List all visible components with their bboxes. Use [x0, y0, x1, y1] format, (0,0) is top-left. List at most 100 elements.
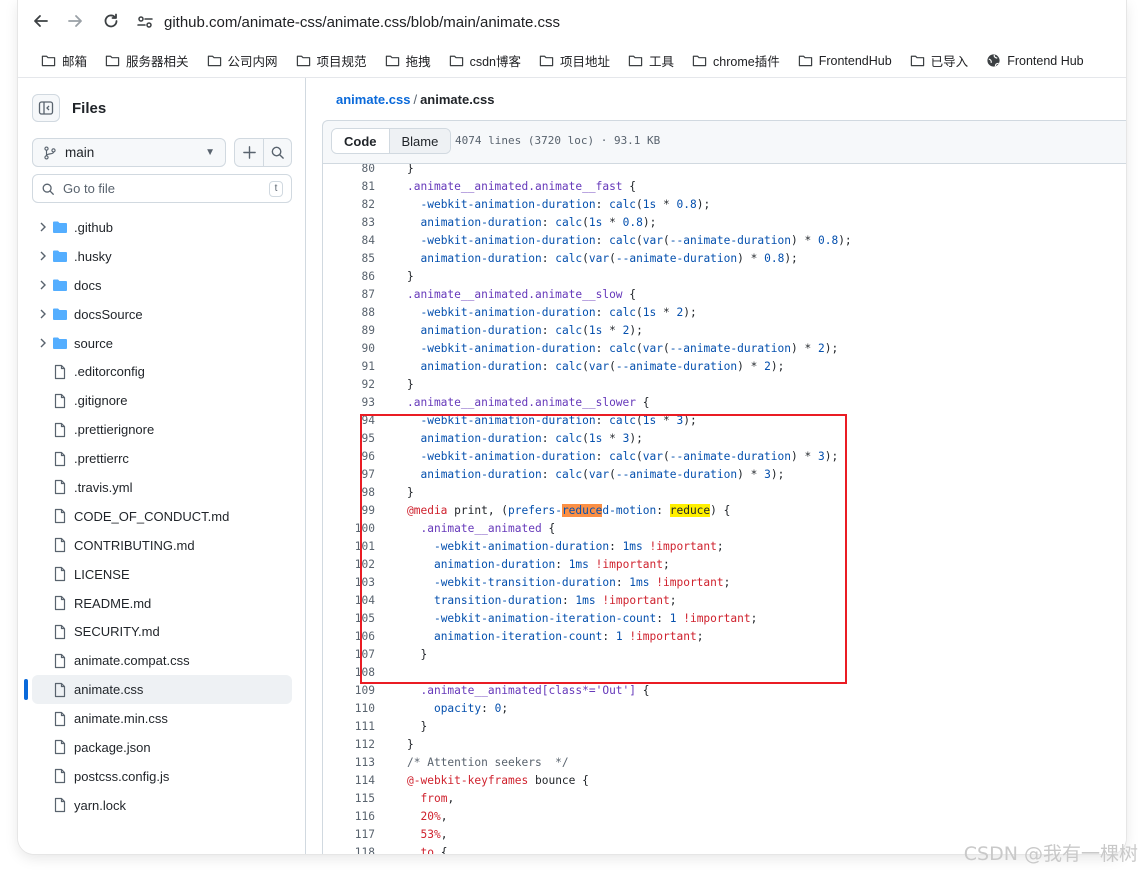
- line-number[interactable]: 89: [323, 324, 375, 337]
- git-branch-icon: [44, 145, 56, 160]
- line-number[interactable]: 117: [323, 828, 375, 841]
- code-line: 117 53%,: [323, 825, 852, 843]
- file-tree-item[interactable]: README.md: [32, 589, 292, 618]
- bookmark-folder[interactable]: 工具: [619, 48, 683, 74]
- line-number[interactable]: 118: [323, 846, 375, 855]
- site-settings-icon[interactable]: [136, 13, 154, 31]
- file-tree-item[interactable]: animate.min.css: [32, 704, 292, 733]
- file-tree-item[interactable]: package.json: [32, 733, 292, 762]
- line-number[interactable]: 101: [323, 540, 375, 553]
- bookmark-folder[interactable]: 项目规范: [287, 48, 376, 74]
- reload-button[interactable]: [100, 10, 122, 32]
- bookmark-folder[interactable]: FrontendHub: [789, 48, 901, 74]
- line-number[interactable]: 104: [323, 594, 375, 607]
- tree-item-label: .husky: [74, 248, 112, 264]
- line-number[interactable]: 96: [323, 450, 375, 463]
- line-number[interactable]: 83: [323, 216, 375, 229]
- bookmark-folder[interactable]: 已导入: [901, 48, 978, 74]
- line-number[interactable]: 111: [323, 720, 375, 733]
- code-line: 85 animation-duration: calc(var(--animat…: [323, 249, 852, 267]
- code-line: 108: [323, 663, 852, 681]
- line-number[interactable]: 95: [323, 432, 375, 445]
- line-number[interactable]: 100: [323, 522, 375, 535]
- folder-tree-item[interactable]: .husky: [32, 242, 292, 271]
- line-number[interactable]: 113: [323, 756, 375, 769]
- line-number[interactable]: 105: [323, 612, 375, 625]
- file-tree-item[interactable]: .editorconfig: [32, 357, 292, 386]
- file-tree-item[interactable]: .prettierignore: [32, 415, 292, 444]
- line-number[interactable]: 90: [323, 342, 375, 355]
- file-tree-item[interactable]: CODE_OF_CONDUCT.md: [32, 502, 292, 531]
- line-number[interactable]: 106: [323, 630, 375, 643]
- chevron-right-icon[interactable]: [38, 251, 52, 261]
- line-number[interactable]: 98: [323, 486, 375, 499]
- file-tree-item[interactable]: .prettierrc: [32, 444, 292, 473]
- line-number[interactable]: 97: [323, 468, 375, 481]
- file-tree-item[interactable]: SECURITY.md: [32, 617, 292, 646]
- file-tree-item[interactable]: .gitignore: [32, 386, 292, 415]
- folder-tree-item[interactable]: docs: [32, 271, 292, 300]
- file-tree-item[interactable]: yarn.lock: [32, 791, 292, 820]
- address-bar[interactable]: github.com/animate-css/animate.css/blob/…: [136, 8, 560, 36]
- line-number[interactable]: 102: [323, 558, 375, 571]
- line-number[interactable]: 107: [323, 648, 375, 661]
- code-view: animate.css / animate.css Code Blame 4074 …: [306, 78, 1126, 854]
- line-number[interactable]: 84: [323, 234, 375, 247]
- bookmark-folder[interactable]: 服务器相关: [96, 48, 198, 74]
- line-number[interactable]: 82: [323, 198, 375, 211]
- line-number[interactable]: 87: [323, 288, 375, 301]
- line-number[interactable]: 88: [323, 306, 375, 319]
- line-number[interactable]: 92: [323, 378, 375, 391]
- line-number[interactable]: 93: [323, 396, 375, 409]
- bookmark-folder[interactable]: chrome插件: [683, 48, 789, 74]
- folder-outline-icon: [105, 55, 120, 67]
- folder-tree-item[interactable]: source: [32, 329, 292, 358]
- file-tree-item[interactable]: postcss.config.js: [32, 762, 292, 791]
- bookmark-folder[interactable]: 公司内网: [198, 48, 287, 74]
- line-number[interactable]: 114: [323, 774, 375, 787]
- line-source: @-webkit-keyframes bounce {: [407, 773, 589, 787]
- bookmark-folder[interactable]: 项目地址: [530, 48, 619, 74]
- line-number[interactable]: 112: [323, 738, 375, 751]
- line-number[interactable]: 110: [323, 702, 375, 715]
- line-number[interactable]: 116: [323, 810, 375, 823]
- file-tree-item[interactable]: animate.compat.css: [32, 646, 292, 675]
- line-number[interactable]: 86: [323, 270, 375, 283]
- chevron-right-icon[interactable]: [38, 309, 52, 319]
- line-number[interactable]: 109: [323, 684, 375, 697]
- go-to-file-input[interactable]: Go to file t: [32, 174, 292, 203]
- tab-blame[interactable]: Blame: [388, 129, 451, 153]
- file-tree-item[interactable]: .travis.yml: [32, 473, 292, 502]
- folder-tree-item[interactable]: .github: [32, 213, 292, 242]
- bookmark-folder[interactable]: csdn博客: [440, 48, 530, 74]
- chevron-right-icon[interactable]: [38, 280, 52, 290]
- line-number[interactable]: 99: [323, 504, 375, 517]
- folder-tree-item[interactable]: docsSource: [32, 300, 292, 329]
- file-tree-item[interactable]: animate.css: [24, 675, 292, 705]
- chevron-right-icon[interactable]: [38, 338, 52, 348]
- line-number[interactable]: 108: [323, 666, 375, 679]
- line-number[interactable]: 115: [323, 792, 375, 805]
- line-source: to {: [420, 845, 448, 855]
- bookmark-folder[interactable]: 拖拽: [376, 48, 440, 74]
- add-file-button[interactable]: [235, 139, 263, 166]
- code-area[interactable]: 80} 81 .animate__animated.animate__fast {8…: [322, 164, 1126, 854]
- file-tree-item[interactable]: CONTRIBUTING.md: [32, 531, 292, 560]
- file-tree-item[interactable]: LICENSE: [32, 560, 292, 589]
- line-number[interactable]: 80: [323, 164, 375, 175]
- line-number[interactable]: 94: [323, 414, 375, 427]
- back-button[interactable]: [30, 10, 52, 32]
- line-number[interactable]: 85: [323, 252, 375, 265]
- breadcrumb-repo-link[interactable]: animate.css: [336, 92, 410, 107]
- forward-button[interactable]: [64, 10, 86, 32]
- line-number[interactable]: 81: [323, 180, 375, 193]
- line-number[interactable]: 103: [323, 576, 375, 589]
- branch-selector[interactable]: main ▼: [32, 138, 226, 167]
- bookmark-folder[interactable]: 邮箱: [32, 48, 96, 74]
- search-button[interactable]: [263, 139, 291, 166]
- collapse-sidebar-button[interactable]: [32, 94, 60, 122]
- bookmark-link[interactable]: Frontend Hub: [977, 48, 1092, 74]
- line-number[interactable]: 91: [323, 360, 375, 373]
- chevron-right-icon[interactable]: [38, 222, 52, 232]
- tab-code[interactable]: Code: [332, 129, 389, 153]
